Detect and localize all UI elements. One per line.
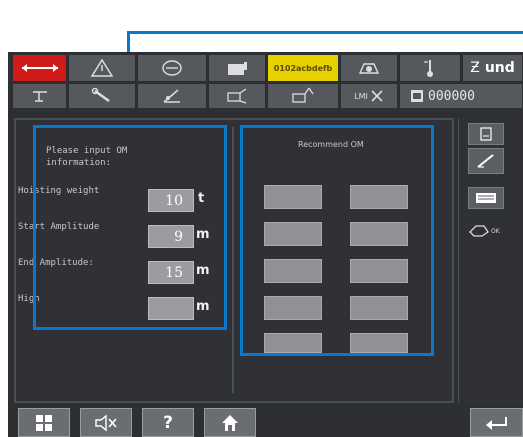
side-pencil-button[interactable] [468,148,504,174]
home-button[interactable] [204,408,256,437]
outrigger-icon [227,88,247,104]
ok-label: OK [491,227,500,235]
side-ok-button[interactable]: OK [468,220,518,242]
temperature-button[interactable] [399,54,461,82]
alarm-indicator-button[interactable] [12,54,67,82]
enter-arrow-icon [485,416,507,430]
language-icon: Ƶ [470,60,480,76]
outrigger-extend-icon [292,87,314,103]
side-document-button[interactable] [468,123,504,145]
engine-button[interactable] [340,54,398,82]
hour-meter: 000000 [399,83,523,109]
home-icon [222,414,238,431]
warning-triangle-icon [91,59,113,77]
cross-icon [371,90,383,102]
input-highlight-box [33,125,227,330]
language-label: und [484,60,515,76]
gauge-button[interactable] [137,54,207,82]
lmi-bypass-button[interactable]: LMI [340,83,398,109]
pencil-icon [477,154,494,168]
language-button[interactable]: Ƶ und [462,54,523,82]
mute-icon [95,414,117,431]
lmi-label: LMI [354,91,368,101]
keyboard-icon [476,193,496,203]
home-grid-button[interactable] [18,408,70,437]
gauge-icon [162,60,182,76]
counterweight-button[interactable] [208,54,266,82]
hour-meter-icon [411,90,423,102]
recommend-highlight-box [240,125,434,356]
outrigger-button[interactable] [208,83,266,109]
help-button[interactable]: ? [142,408,194,437]
grid-icon [36,414,52,431]
slew-icon [32,91,47,102]
outrigger-extend-button[interactable] [267,83,339,109]
counterweight-icon [228,62,247,75]
slew-button[interactable] [12,83,67,109]
ok-hand-icon [469,225,489,237]
wrench-icon [91,88,110,103]
side-keyboard-button[interactable] [468,187,504,209]
id-code-badge: 0102acbdefb [267,54,339,82]
hoist-limit-icon [21,64,58,72]
thermometer-icon [424,60,433,77]
warning-button[interactable] [68,54,136,82]
boom-angle-button[interactable] [137,83,207,109]
callout-line-top [127,31,523,34]
boom-angle-icon [163,89,180,103]
panel-divider [232,127,234,393]
engine-icon [358,63,380,74]
hour-meter-value: 000000 [428,88,475,104]
enter-button[interactable] [470,408,523,437]
mute-button[interactable] [80,408,132,437]
wrench-button[interactable] [68,83,136,109]
document-icon [480,127,492,141]
